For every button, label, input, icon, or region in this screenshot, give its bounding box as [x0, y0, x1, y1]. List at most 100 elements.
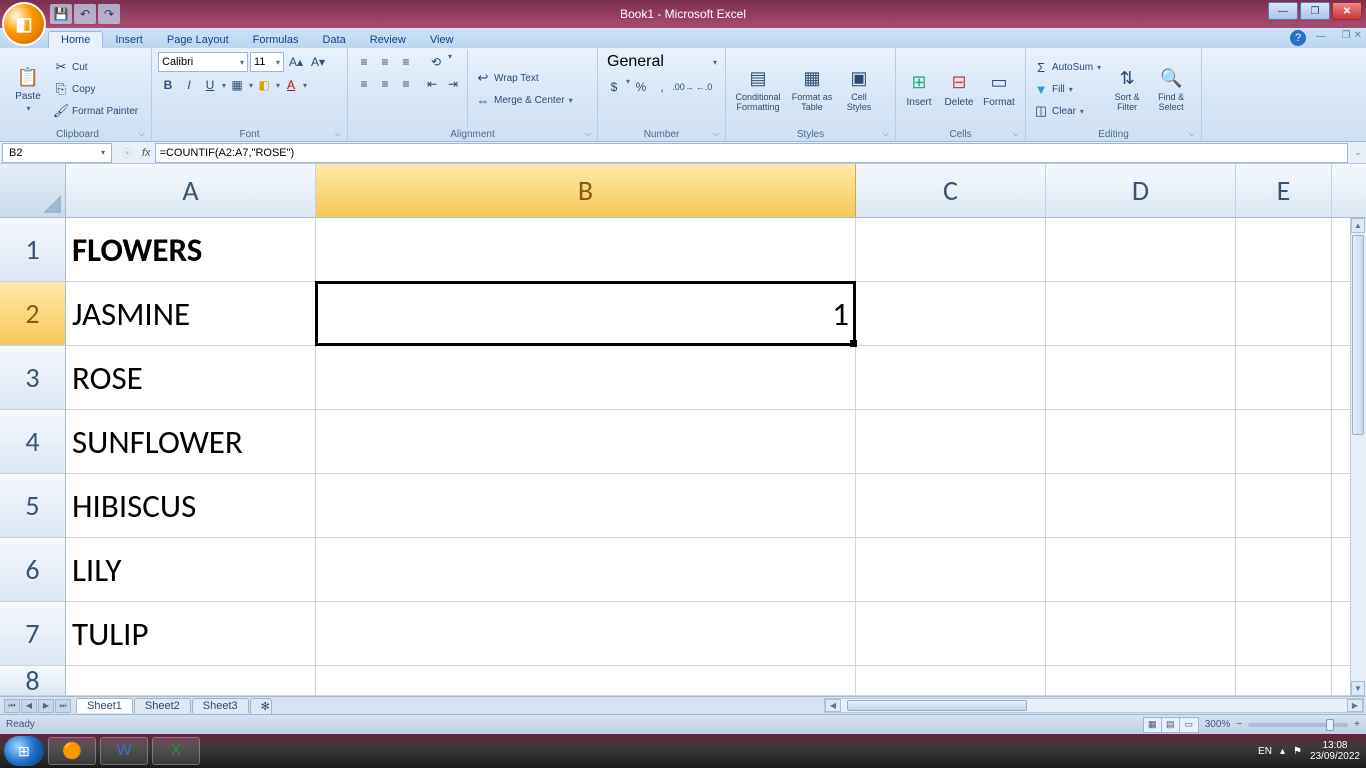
- format-painter-button[interactable]: 🖌Format Painter: [50, 101, 141, 121]
- minimize-ribbon-icon[interactable]: —: [1316, 31, 1326, 42]
- cut-button[interactable]: ✂Cut: [50, 57, 141, 77]
- tab-data[interactable]: Data: [310, 32, 357, 48]
- align-top-button[interactable]: ≡: [354, 52, 374, 72]
- increase-decimal-button[interactable]: .00→: [673, 77, 693, 97]
- format-as-table-button[interactable]: ▦Format as Table: [788, 50, 836, 128]
- orientation-button[interactable]: ⟲: [426, 52, 446, 72]
- taskbar-item-browser[interactable]: 🟠: [48, 737, 96, 765]
- fx-icon[interactable]: fx: [140, 147, 155, 159]
- row-header-7[interactable]: 7: [0, 602, 66, 666]
- taskbar-item-word[interactable]: W: [100, 737, 148, 765]
- col-header-E[interactable]: E: [1236, 164, 1332, 217]
- tab-view[interactable]: View: [418, 32, 466, 48]
- tab-formulas[interactable]: Formulas: [241, 32, 311, 48]
- zoom-in-button[interactable]: +: [1354, 719, 1360, 730]
- office-button[interactable]: ◧: [2, 2, 46, 46]
- cell-A7[interactable]: TULIP: [66, 602, 316, 665]
- cell-C4[interactable]: [856, 410, 1046, 473]
- merge-center-button[interactable]: ⇔Merge & Center▾: [472, 90, 576, 110]
- wb-close-icon[interactable]: ✕: [1354, 30, 1362, 41]
- cell-E8[interactable]: [1236, 666, 1332, 695]
- help-icon[interactable]: ?: [1290, 30, 1306, 46]
- cell-A2[interactable]: JASMINE: [66, 282, 316, 345]
- taskbar-item-excel[interactable]: X: [152, 737, 200, 765]
- zoom-out-button[interactable]: −: [1236, 719, 1242, 730]
- autosum-button[interactable]: ΣAutoSum▾: [1030, 57, 1104, 77]
- cell-A6[interactable]: LILY: [66, 538, 316, 601]
- cell-A3[interactable]: ROSE: [66, 346, 316, 409]
- clear-dropdown-icon[interactable]: ▾: [1080, 107, 1084, 116]
- cell-C2[interactable]: [856, 282, 1046, 345]
- wrap-text-button[interactable]: ↩Wrap Text: [472, 68, 576, 88]
- minimize-button[interactable]: —: [1268, 2, 1298, 20]
- row-header-1[interactable]: 1: [0, 218, 66, 282]
- page-break-view-button[interactable]: ▭: [1180, 718, 1198, 732]
- sheet-tab-2[interactable]: Sheet2: [134, 698, 191, 713]
- scroll-left-icon[interactable]: ◀: [825, 699, 841, 712]
- cell-E6[interactable]: [1236, 538, 1332, 601]
- cancel-formula-button[interactable]: ⦿: [118, 144, 136, 162]
- cell-C7[interactable]: [856, 602, 1046, 665]
- decrease-indent-button[interactable]: ⇤: [422, 74, 442, 94]
- italic-button[interactable]: I: [179, 75, 199, 95]
- sheet-tab-3[interactable]: Sheet3: [192, 698, 249, 713]
- fill-dropdown-icon[interactable]: ▾: [276, 81, 280, 90]
- align-right-button[interactable]: ≡: [396, 74, 416, 94]
- cell-B2[interactable]: 1: [316, 282, 856, 345]
- cell-D4[interactable]: [1046, 410, 1236, 473]
- increase-font-button[interactable]: A▴: [286, 52, 306, 72]
- cell-D3[interactable]: [1046, 346, 1236, 409]
- insert-cells-button[interactable]: ⊞Insert: [900, 50, 938, 128]
- border-button[interactable]: ▦: [227, 75, 247, 95]
- bold-button[interactable]: B: [158, 75, 178, 95]
- cell-B8[interactable]: [316, 666, 856, 695]
- copy-button[interactable]: ⎘Copy: [50, 79, 141, 99]
- new-sheet-button[interactable]: ✻: [250, 698, 272, 714]
- col-header-D[interactable]: D: [1046, 164, 1236, 217]
- fill-button[interactable]: ▼Fill▾: [1030, 79, 1104, 99]
- sheet-nav-last[interactable]: ⏭: [55, 699, 71, 713]
- align-bottom-button[interactable]: ≡: [396, 52, 416, 72]
- vertical-scrollbar[interactable]: ▲ ▼: [1350, 218, 1366, 696]
- paste-button[interactable]: 📋 Paste ▾: [8, 50, 48, 128]
- cell-D2[interactable]: [1046, 282, 1236, 345]
- normal-view-button[interactable]: ▦: [1144, 718, 1162, 732]
- tab-home[interactable]: Home: [48, 31, 103, 48]
- qat-redo-button[interactable]: ↷: [98, 4, 120, 24]
- underline-button[interactable]: U: [200, 75, 220, 95]
- vscroll-thumb[interactable]: [1352, 235, 1364, 435]
- cell-B4[interactable]: [316, 410, 856, 473]
- cell-D6[interactable]: [1046, 538, 1236, 601]
- font-color-button[interactable]: A: [281, 75, 301, 95]
- formula-input[interactable]: =COUNTIF(A2:A7,"ROSE"): [155, 143, 1348, 163]
- language-indicator[interactable]: EN: [1258, 746, 1272, 757]
- cell-C1[interactable]: [856, 218, 1046, 281]
- accounting-format-button[interactable]: $: [604, 77, 624, 97]
- cell-A4[interactable]: SUNFLOWER: [66, 410, 316, 473]
- fill-dropdown-icon2[interactable]: ▾: [1069, 85, 1073, 94]
- cell-E7[interactable]: [1236, 602, 1332, 665]
- clear-button[interactable]: ◫Clear▾: [1030, 101, 1104, 121]
- start-button[interactable]: ⊞: [4, 736, 44, 766]
- align-left-button[interactable]: ≡: [354, 74, 374, 94]
- cell-styles-button[interactable]: ▣Cell Styles: [838, 50, 880, 128]
- conditional-formatting-button[interactable]: ▤Conditional Formatting: [730, 50, 786, 128]
- qat-save-button[interactable]: 💾: [50, 4, 72, 24]
- maximize-button[interactable]: ❐: [1300, 2, 1330, 20]
- orientation-dropdown-icon[interactable]: ▾: [448, 52, 452, 72]
- cell-E5[interactable]: [1236, 474, 1332, 537]
- tray-flag-icon[interactable]: ⚑: [1293, 746, 1302, 757]
- merge-dropdown-icon[interactable]: ▾: [569, 96, 573, 105]
- delete-cells-button[interactable]: ⊟Delete: [940, 50, 978, 128]
- find-select-button[interactable]: 🔍Find & Select: [1150, 50, 1192, 128]
- row-header-2[interactable]: 2: [0, 282, 66, 346]
- font-size-select[interactable]: 11▾: [250, 52, 284, 72]
- fontcolor-dropdown-icon[interactable]: ▾: [303, 81, 307, 90]
- percent-button[interactable]: %: [631, 77, 651, 97]
- sort-filter-button[interactable]: ⇅Sort & Filter: [1106, 50, 1148, 128]
- underline-dropdown-icon[interactable]: ▾: [222, 81, 226, 90]
- cell-A1[interactable]: FLOWERS: [66, 218, 316, 281]
- row-header-3[interactable]: 3: [0, 346, 66, 410]
- cell-C8[interactable]: [856, 666, 1046, 695]
- cell-D5[interactable]: [1046, 474, 1236, 537]
